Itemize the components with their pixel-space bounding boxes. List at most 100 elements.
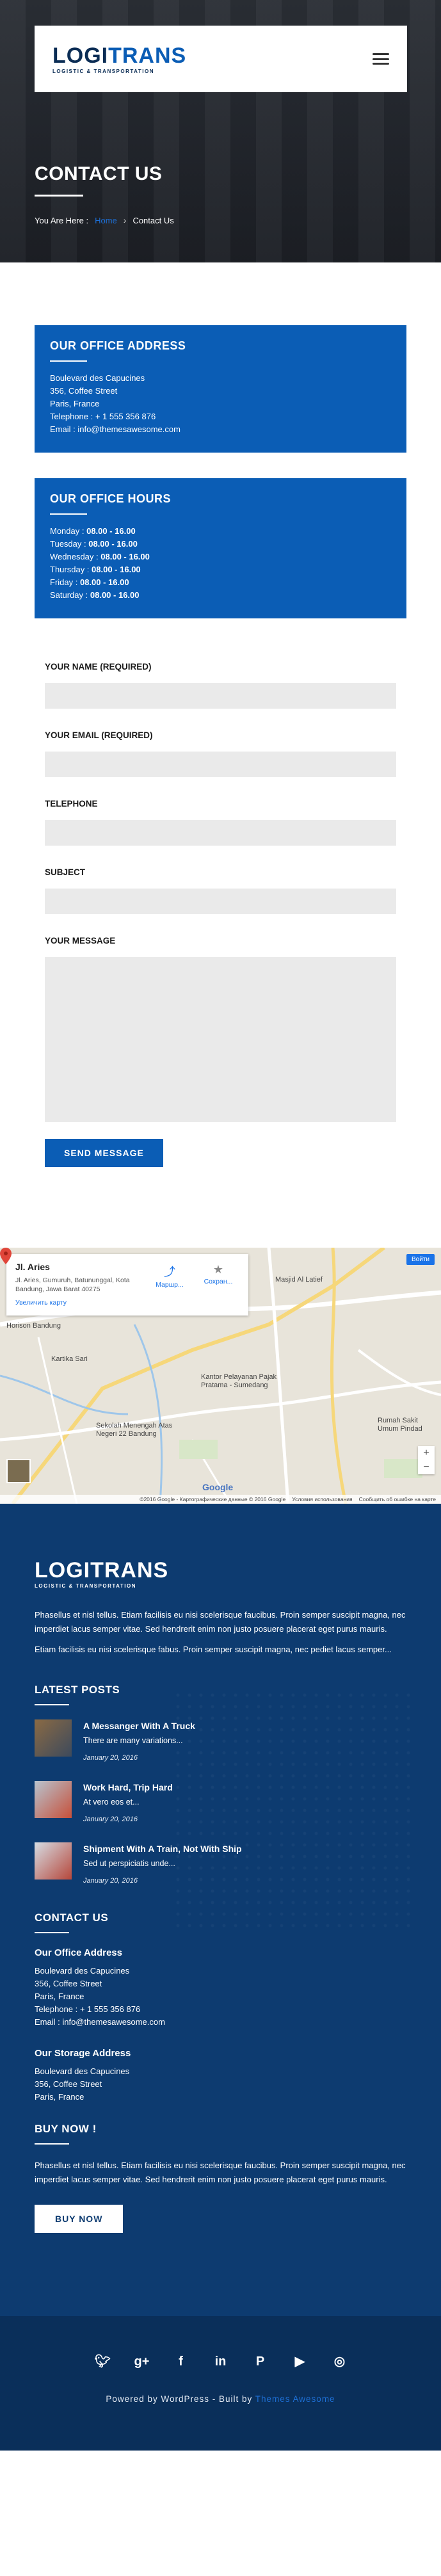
post-item[interactable]: A Messanger With A Truck There are many … — [35, 1719, 406, 1762]
contact-form: YOUR NAME (REQUIRED) YOUR EMAIL (REQUIRE… — [35, 644, 406, 1167]
hours-row: Tuesday : 08.00 - 16.00 — [50, 538, 391, 551]
hours-time: 08.00 - 16.00 — [92, 565, 141, 574]
youtube-icon[interactable]: ▶ — [293, 2355, 307, 2369]
facebook-icon[interactable]: f — [174, 2355, 188, 2369]
footer-address-line: Paris, France — [35, 1992, 84, 2001]
site-header: LOGITRANS LOGISTIC & TRANSPORTATION — [35, 26, 407, 92]
themes-awesome-link[interactable]: Themes Awesome — [255, 2394, 335, 2404]
hours-time: 08.00 - 16.00 — [100, 552, 150, 561]
footer-bottom-bar: 🐦︎ g+ f in P ▶ ◎ Powered by WordPress - … — [0, 2316, 441, 2451]
map-footer: ©2016 Google - Картографические данные ©… — [0, 1495, 441, 1504]
office-hours-card: OUR OFFICE HOURS Monday : 08.00 - 16.00 … — [35, 478, 406, 618]
hours-day: Saturday : — [50, 590, 90, 600]
post-thumbnail[interactable] — [35, 1781, 72, 1818]
footer-email: Email : info@themesawesome.com — [35, 2017, 165, 2027]
message-textarea[interactable] — [45, 957, 396, 1122]
breadcrumb: You Are Here : Home › Contact Us — [35, 215, 174, 225]
office-address-card: OUR OFFICE ADDRESS Boulevard des Capucin… — [35, 325, 406, 453]
page-title: CONTACT US — [35, 163, 163, 184]
post-item[interactable]: Shipment With A Train, Not With Ship Sed… — [35, 1842, 406, 1885]
send-message-button[interactable]: SEND MESSAGE — [45, 1139, 163, 1167]
footer-address-line: Paris, France — [35, 2092, 84, 2102]
card-underline — [50, 513, 87, 515]
footer-storage-address: Boulevard des Capucines 356, Coffee Stre… — [35, 2065, 406, 2104]
map-terms-link[interactable]: Условия использования — [292, 1496, 352, 1502]
latest-posts-title: LATEST POSTS — [35, 1684, 120, 1696]
post-title[interactable]: A Messanger With A Truck — [83, 1721, 195, 1731]
map-label: Masjid Al Latief — [275, 1276, 323, 1284]
map-info-box: Jl. Aries Jl. Aries, Gumuruh, Batunungga… — [6, 1254, 248, 1316]
footer-storage-subtitle: Our Storage Address — [35, 2048, 131, 2059]
post-date: January 20, 2016 — [83, 1877, 138, 1885]
map-signin-button[interactable]: Войти — [406, 1254, 435, 1265]
subject-label: SUBJECT — [45, 867, 86, 877]
google-logo: Google — [202, 1482, 234, 1492]
map-label: Horison Bandung — [6, 1322, 61, 1330]
post-title[interactable]: Shipment With A Train, Not With Ship — [83, 1844, 242, 1854]
buy-now-button[interactable]: BUY NOW — [35, 2205, 124, 2233]
post-excerpt: At vero eos et... — [83, 1798, 140, 1807]
post-thumbnail[interactable] — [35, 1719, 72, 1757]
logo-tagline: LOGISTIC & TRANSPORTATION — [35, 1583, 136, 1589]
office-address-line: 356, Coffee Street — [50, 386, 118, 396]
hours-day: Tuesday : — [50, 539, 89, 549]
map-zoom-control: + − — [418, 1446, 435, 1474]
post-title[interactable]: Work Hard, Trip Hard — [83, 1782, 173, 1792]
social-links: 🐦︎ g+ f in P ▶ ◎ — [0, 2355, 441, 2369]
zoom-out-button[interactable]: − — [418, 1460, 435, 1474]
breadcrumb-home-link[interactable]: Home — [95, 216, 117, 225]
post-date: January 20, 2016 — [83, 1815, 138, 1823]
map-label: Kartika Sari — [51, 1355, 88, 1363]
footer-address-line: 356, Coffee Street — [35, 1979, 102, 1988]
office-phone: Telephone : + 1 555 356 876 — [50, 412, 156, 421]
map-route-button[interactable]: ⤴ Маршр... — [147, 1263, 192, 1289]
footer-underline — [35, 1704, 69, 1705]
email-input[interactable] — [45, 752, 396, 777]
site-footer: LOGITRANS LOGISTIC & TRANSPORTATION Phas… — [0, 1504, 441, 2451]
logo-word-logi: LOGI — [52, 43, 109, 68]
map-report-link[interactable]: Сообщить об ошибке на карте — [359, 1496, 436, 1502]
instagram-icon[interactable]: ◎ — [333, 2355, 347, 2369]
map-bigger-link[interactable]: Увеличить карту — [15, 1299, 239, 1307]
title-underline — [35, 195, 83, 197]
zoom-in-button[interactable]: + — [418, 1446, 435, 1460]
hours-day: Wednesday : — [50, 552, 101, 561]
footer-address-line: 356, Coffee Street — [35, 2079, 102, 2089]
breadcrumb-prefix: You Are Here : — [35, 215, 89, 225]
name-input[interactable] — [45, 683, 396, 709]
twitter-icon[interactable]: 🐦︎ — [95, 2355, 111, 2369]
street-view-thumbnail[interactable] — [6, 1459, 31, 1483]
menu-icon[interactable] — [373, 53, 389, 65]
footer-underline — [35, 2143, 69, 2145]
google-plus-icon[interactable]: g+ — [134, 2355, 150, 2369]
hours-time: 08.00 - 16.00 — [90, 590, 140, 600]
post-item[interactable]: Work Hard, Trip Hard At vero eos et... J… — [35, 1781, 406, 1823]
post-thumbnail[interactable] — [35, 1842, 72, 1880]
google-map[interactable]: Jl. Aries Jl. Aries, Gumuruh, Batunungga… — [0, 1248, 441, 1504]
footer-about: Phasellus et nisl tellus. Etiam facilisi… — [35, 1608, 406, 1657]
footer-about-p2: Etiam facilisis eu nisi scelerisque fabu… — [35, 1645, 392, 1654]
buy-now-text: Phasellus et nisl tellus. Etiam facilisi… — [35, 2161, 406, 2184]
footer-address-line: Boulevard des Capucines — [35, 1966, 130, 1976]
site-logo[interactable]: LOGITRANS LOGISTIC & TRANSPORTATION — [52, 44, 186, 74]
office-address-title: OUR OFFICE ADDRESS — [50, 339, 186, 352]
telephone-input[interactable] — [45, 820, 396, 846]
map-save-button[interactable]: ★ Сохран... — [196, 1263, 241, 1285]
map-pin-icon[interactable] — [0, 1248, 12, 1264]
linkedin-icon[interactable]: in — [214, 2355, 228, 2369]
powered-by-text: Powered by WordPress - Built by — [106, 2394, 255, 2404]
hours-row: Thursday : 08.00 - 16.00 — [50, 563, 391, 576]
hours-day: Monday : — [50, 526, 87, 536]
hours-row: Monday : 08.00 - 16.00 — [50, 525, 391, 538]
footer-logo[interactable]: LOGITRANS LOGISTIC & TRANSPORTATION — [35, 1559, 406, 1589]
hours-row: Wednesday : 08.00 - 16.00 — [50, 551, 391, 563]
footer-about-p1: Phasellus et nisl tellus. Etiam facilisi… — [35, 1610, 406, 1634]
card-underline — [50, 360, 87, 362]
buy-now-title: BUY NOW ! — [35, 2123, 97, 2135]
pinterest-icon[interactable]: P — [253, 2355, 268, 2369]
subject-input[interactable] — [45, 889, 396, 914]
directions-icon: ⤴ — [164, 1266, 175, 1278]
contact-content: OUR OFFICE ADDRESS Boulevard des Capucin… — [0, 262, 441, 1167]
logo-word-trans: TRANS — [108, 43, 187, 68]
footer-office-subtitle: Our Office Address — [35, 1947, 122, 1958]
